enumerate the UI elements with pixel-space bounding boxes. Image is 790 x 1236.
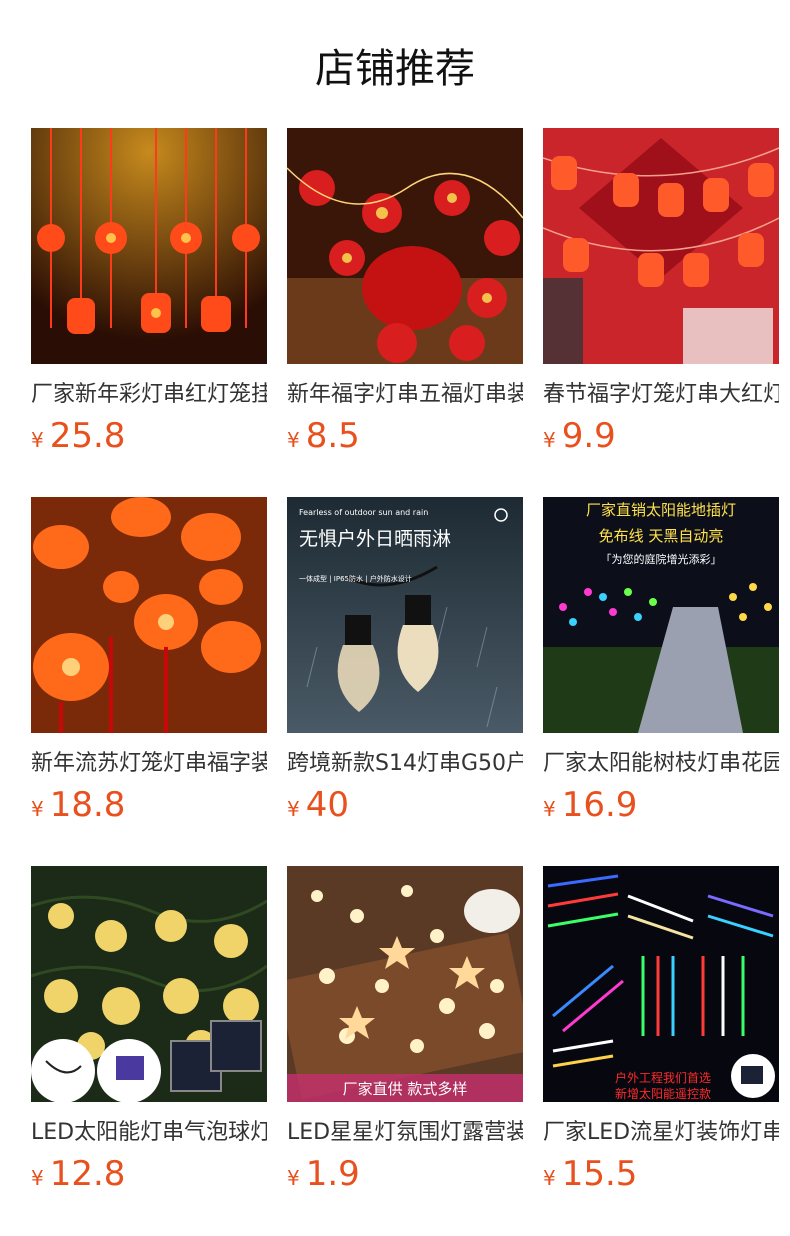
price-value: 8.5 bbox=[305, 416, 360, 456]
s14-bulb-icon[interactable]: Fearless of outdoor sun and rain 无惧户外日晒雨… bbox=[287, 497, 523, 733]
currency-symbol: ¥ bbox=[31, 797, 44, 821]
product-card[interactable]: LED太阳能灯串气泡球灯 ¥12.8 bbox=[31, 866, 267, 1194]
currency-symbol: ¥ bbox=[287, 797, 300, 821]
currency-symbol: ¥ bbox=[543, 1166, 556, 1190]
banner-title: 厂家直销太阳能地插灯 bbox=[586, 501, 736, 519]
price-value: 25.8 bbox=[49, 416, 126, 456]
price-value: 12.8 bbox=[49, 1154, 126, 1194]
section-title: 店铺推荐 bbox=[315, 46, 475, 92]
star-light-icon[interactable]: 厂家直供 款式多样 bbox=[287, 866, 523, 1102]
price-value: 18.8 bbox=[49, 785, 126, 825]
currency-symbol: ¥ bbox=[543, 797, 556, 821]
product-name[interactable]: 新年福字灯串五福灯串装饰 bbox=[287, 380, 523, 410]
product-card[interactable]: 户外工程我们首选 新增太阳能遥控款 厂家LED流星灯装饰灯串 ¥15.5 bbox=[543, 866, 779, 1194]
product-card[interactable]: Fearless of outdoor sun and rain 无惧户外日晒雨… bbox=[287, 497, 523, 825]
product-price: ¥40 bbox=[287, 785, 349, 825]
product-card[interactable]: 新年流苏灯笼灯串福字装饰 ¥18.8 bbox=[31, 497, 267, 825]
product-card[interactable]: 厂家新年彩灯串红灯笼挂饰 ¥25.8 bbox=[31, 128, 267, 456]
product-name[interactable]: LED太阳能灯串气泡球灯 bbox=[31, 1118, 267, 1148]
price-value: 40 bbox=[305, 785, 349, 825]
banner-features: 一体成型 | IP65防水 | 户外防水设计 bbox=[299, 574, 412, 583]
banner-title: 厂家直供 款式多样 bbox=[343, 1080, 468, 1098]
product-price: ¥12.8 bbox=[31, 1154, 125, 1194]
product-card[interactable]: 厂家直销太阳能地插灯 免布线 天黑自动亮 「为您的庭院增光添彩」 厂家太阳能树枝… bbox=[543, 497, 779, 825]
meteor-light-icon[interactable]: 户外工程我们首选 新增太阳能遥控款 bbox=[543, 866, 779, 1102]
product-name[interactable]: 跨境新款S14灯串G50户外 bbox=[287, 749, 523, 779]
spring-lantern-icon[interactable] bbox=[543, 128, 779, 364]
price-value: 16.9 bbox=[561, 785, 638, 825]
currency-symbol: ¥ bbox=[31, 1166, 44, 1190]
product-price: ¥1.9 bbox=[287, 1154, 360, 1194]
product-name[interactable]: 厂家太阳能树枝灯串花园 bbox=[543, 749, 779, 779]
currency-symbol: ¥ bbox=[287, 428, 300, 452]
product-card[interactable]: 春节福字灯笼灯串大红灯笼 ¥9.9 bbox=[543, 128, 779, 456]
product-price: ¥9.9 bbox=[543, 416, 616, 456]
price-value: 15.5 bbox=[561, 1154, 638, 1194]
product-card[interactable]: 新年福字灯串五福灯串装饰 ¥8.5 bbox=[287, 128, 523, 456]
product-price: ¥25.8 bbox=[31, 416, 125, 456]
solar-tree-light-icon[interactable]: 厂家直销太阳能地插灯 免布线 天黑自动亮 「为您的庭院增光添彩」 bbox=[543, 497, 779, 733]
solar-bubble-light-icon[interactable] bbox=[31, 866, 267, 1102]
banner-title: 户外工程我们首选 bbox=[615, 1070, 711, 1085]
product-price: ¥15.5 bbox=[543, 1154, 637, 1194]
product-price: ¥8.5 bbox=[287, 416, 360, 456]
red-lantern-string-icon[interactable] bbox=[31, 128, 267, 364]
product-price: ¥16.9 bbox=[543, 785, 637, 825]
banner-title: 无惧户外日晒雨淋 bbox=[299, 528, 451, 550]
product-card[interactable]: 厂家直供 款式多样 LED星星灯氛围灯露营装饰 ¥1.9 bbox=[287, 866, 523, 1194]
product-name[interactable]: LED星星灯氛围灯露营装饰 bbox=[287, 1118, 523, 1148]
currency-symbol: ¥ bbox=[543, 428, 556, 452]
product-name[interactable]: 春节福字灯笼灯串大红灯笼 bbox=[543, 380, 779, 410]
product-name[interactable]: 新年流苏灯笼灯串福字装饰 bbox=[31, 749, 267, 779]
banner-subtitle: Fearless of outdoor sun and rain bbox=[299, 508, 428, 517]
fu-ball-lights-icon[interactable] bbox=[287, 128, 523, 364]
product-name[interactable]: 厂家LED流星灯装饰灯串 bbox=[543, 1118, 779, 1148]
product-name[interactable]: 厂家新年彩灯串红灯笼挂饰 bbox=[31, 380, 267, 410]
price-value: 1.9 bbox=[305, 1154, 360, 1194]
currency-symbol: ¥ bbox=[31, 428, 44, 452]
banner-subtitle: 新增太阳能遥控款 bbox=[615, 1086, 711, 1101]
banner-subtitle: 免布线 天黑自动亮 bbox=[599, 527, 724, 545]
price-value: 9.9 bbox=[561, 416, 616, 456]
tassel-lantern-icon[interactable] bbox=[31, 497, 267, 733]
product-price: ¥18.8 bbox=[31, 785, 125, 825]
currency-symbol: ¥ bbox=[287, 1166, 300, 1190]
banner-slogan: 「为您的庭院增光添彩」 bbox=[601, 552, 722, 566]
